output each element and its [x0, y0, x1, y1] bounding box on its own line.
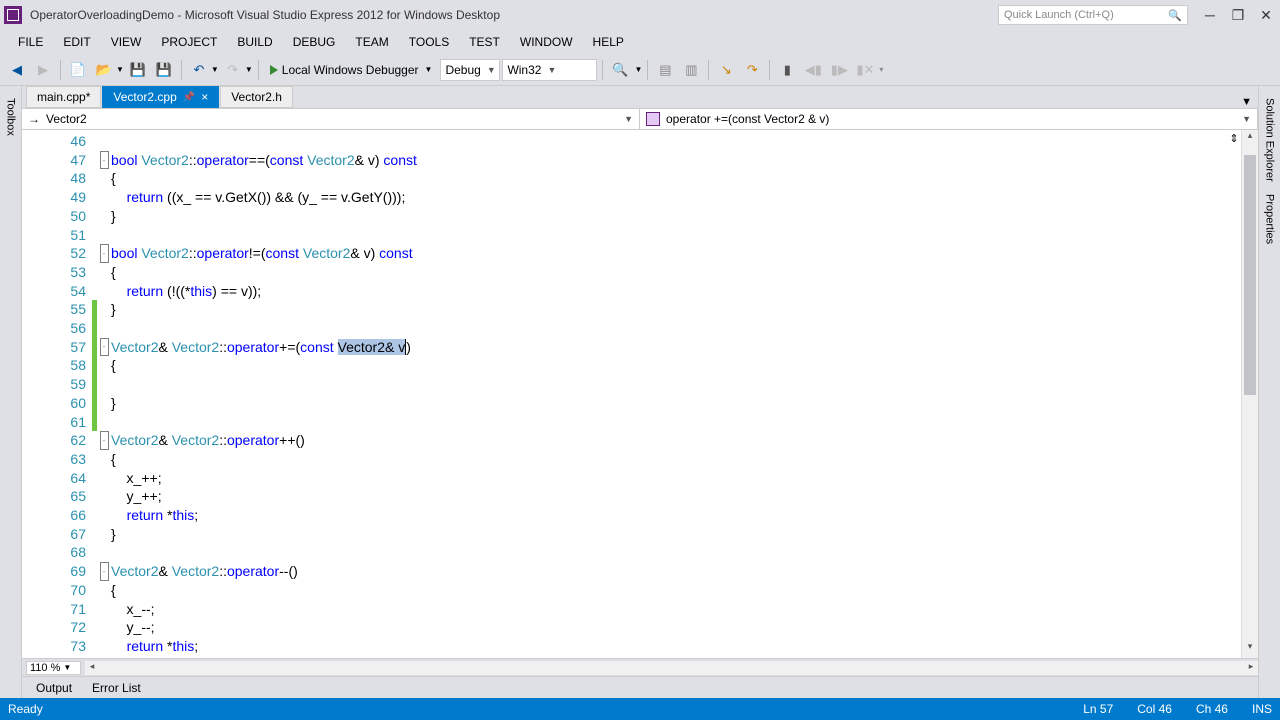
close-tab-icon[interactable]: × — [201, 90, 208, 104]
platform-combo[interactable]: Win32▼ — [502, 59, 597, 81]
scroll-left-icon[interactable]: ◂ — [85, 661, 99, 675]
zoom-combo[interactable]: 110 %▼ — [26, 661, 81, 675]
menu-edit[interactable]: EDIT — [53, 32, 100, 52]
vertical-scrollbar[interactable]: ▴ ▾ — [1241, 130, 1258, 658]
line-numbers: 4647484950515253545556575859606162636465… — [22, 130, 92, 658]
clear-bookmarks-button[interactable]: ▮✕ — [853, 58, 877, 82]
code-editor[interactable]: 4647484950515253545556575859606162636465… — [22, 130, 1258, 658]
status-ready: Ready — [8, 702, 1059, 716]
menu-help[interactable]: HELP — [583, 32, 634, 52]
menu-build[interactable]: BUILD — [227, 32, 282, 52]
status-col: Col 46 — [1137, 702, 1172, 716]
menu-tools[interactable]: TOOLS — [399, 32, 459, 52]
scope-dropdown[interactable]: → Vector2 ▼ — [22, 109, 640, 129]
separator — [647, 60, 648, 80]
title-bar: OperatorOverloadingDemo - Microsoft Visu… — [0, 0, 1280, 30]
search-icon: 🔍 — [1168, 9, 1182, 22]
close-button[interactable]: ✕ — [1252, 3, 1280, 27]
window-title: OperatorOverloadingDemo - Microsoft Visu… — [30, 8, 998, 22]
document-tabs: main.cpp*Vector2.cpp📌×Vector2.h▼ — [22, 86, 1258, 108]
horizontal-scrollbar[interactable]: ◂ ▸ — [85, 661, 1258, 675]
menu-project[interactable]: PROJECT — [151, 32, 227, 52]
tab-vector2-cpp[interactable]: Vector2.cpp📌× — [102, 86, 219, 108]
step-into-button[interactable]: ↘ — [714, 58, 738, 82]
menu-view[interactable]: VIEW — [101, 32, 152, 52]
menu-window[interactable]: WINDOW — [510, 32, 583, 52]
config-combo[interactable]: Debug▼ — [440, 59, 500, 81]
save-all-button[interactable]: 💾 — [152, 58, 176, 82]
quick-launch-input[interactable]: Quick Launch (Ctrl+Q) 🔍 — [998, 5, 1188, 25]
next-bookmark-button[interactable]: ▮▶ — [827, 58, 851, 82]
menu-file[interactable]: FILE — [8, 32, 53, 52]
method-icon — [646, 112, 660, 126]
nav-forward-button[interactable]: ▶ — [31, 58, 55, 82]
right-panel: Solution ExplorerProperties — [1258, 86, 1280, 698]
new-project-button[interactable]: 📄 — [66, 58, 90, 82]
scroll-down-icon[interactable]: ▾ — [1242, 641, 1258, 658]
vs-logo-icon — [4, 6, 22, 24]
find-button[interactable]: 🔍 — [608, 58, 632, 82]
prev-bookmark-button[interactable]: ◀▮ — [801, 58, 825, 82]
separator — [708, 60, 709, 80]
maximize-button[interactable]: ❐ — [1224, 3, 1252, 27]
properties-tab[interactable]: Properties — [1262, 188, 1278, 250]
status-ins: INS — [1252, 702, 1272, 716]
minimize-button[interactable]: ─ — [1196, 3, 1224, 27]
nav-bar: → Vector2 ▼ operator +=(const Vector2 & … — [22, 108, 1258, 130]
bottom-panel-tabs: OutputError List — [22, 676, 1258, 698]
separator — [769, 60, 770, 80]
zoom-bar: 110 %▼ ◂ ▸ — [22, 658, 1258, 676]
play-icon — [270, 65, 278, 75]
toolbar: ◀ ▶ 📄 📂▼ 💾 💾 ↶▼ ↷▼ Local Windows Debugge… — [0, 54, 1280, 86]
bookmark-button[interactable]: ▮ — [775, 58, 799, 82]
left-panel: Toolbox — [0, 86, 22, 698]
tab-vector2-h[interactable]: Vector2.h — [220, 86, 293, 108]
split-button[interactable]: ⇕ — [1227, 132, 1241, 146]
error-list-tab[interactable]: Error List — [82, 679, 151, 697]
menu-bar: FILEEDITVIEWPROJECTBUILDDEBUGTEAMTOOLSTE… — [0, 30, 1280, 54]
comment-button[interactable]: ▤ — [653, 58, 677, 82]
fold-toggle[interactable]: - — [100, 244, 109, 263]
member-dropdown[interactable]: operator +=(const Vector2 & v) ▼ — [640, 109, 1258, 129]
code-content[interactable]: bool Vector2::operator==(const Vector2& … — [111, 130, 1241, 658]
undo-button[interactable]: ↶▼ — [187, 58, 219, 82]
separator — [181, 60, 182, 80]
toolbox-tab[interactable]: Toolbox — [3, 92, 19, 142]
tab-main-cpp-[interactable]: main.cpp* — [26, 86, 101, 108]
tabs-dropdown[interactable]: ▼ — [1241, 96, 1252, 108]
menu-debug[interactable]: DEBUG — [283, 32, 346, 52]
save-button[interactable]: 💾 — [126, 58, 150, 82]
step-over-button[interactable]: ↷ — [740, 58, 764, 82]
fold-column[interactable]: - - - - - — [97, 130, 111, 658]
scroll-right-icon[interactable]: ▸ — [1244, 661, 1258, 675]
fold-toggle[interactable]: - — [100, 431, 109, 450]
status-ch: Ch 46 — [1196, 702, 1228, 716]
separator — [602, 60, 603, 80]
status-line: Ln 57 — [1083, 702, 1113, 716]
open-button[interactable]: 📂▼ — [92, 58, 124, 82]
separator — [60, 60, 61, 80]
scroll-up-icon[interactable]: ▴ — [1242, 130, 1258, 147]
redo-button[interactable]: ↷▼ — [221, 58, 253, 82]
scroll-thumb[interactable] — [1244, 155, 1256, 395]
pin-icon[interactable]: 📌 — [183, 92, 195, 103]
uncomment-button[interactable]: ▥ — [679, 58, 703, 82]
nav-back-button[interactable]: ◀ — [5, 58, 29, 82]
menu-team[interactable]: TEAM — [345, 32, 398, 52]
menu-test[interactable]: TEST — [459, 32, 510, 52]
status-bar: Ready Ln 57 Col 46 Ch 46 INS — [0, 698, 1280, 720]
fold-toggle[interactable]: - — [100, 151, 109, 170]
start-debug-button[interactable]: Local Windows Debugger ▼ — [264, 61, 439, 79]
fold-toggle[interactable]: - — [100, 338, 109, 357]
output-tab[interactable]: Output — [26, 679, 82, 697]
fold-toggle[interactable]: - — [100, 562, 109, 581]
solution-explorer-tab[interactable]: Solution Explorer — [1262, 92, 1278, 188]
separator — [258, 60, 259, 80]
